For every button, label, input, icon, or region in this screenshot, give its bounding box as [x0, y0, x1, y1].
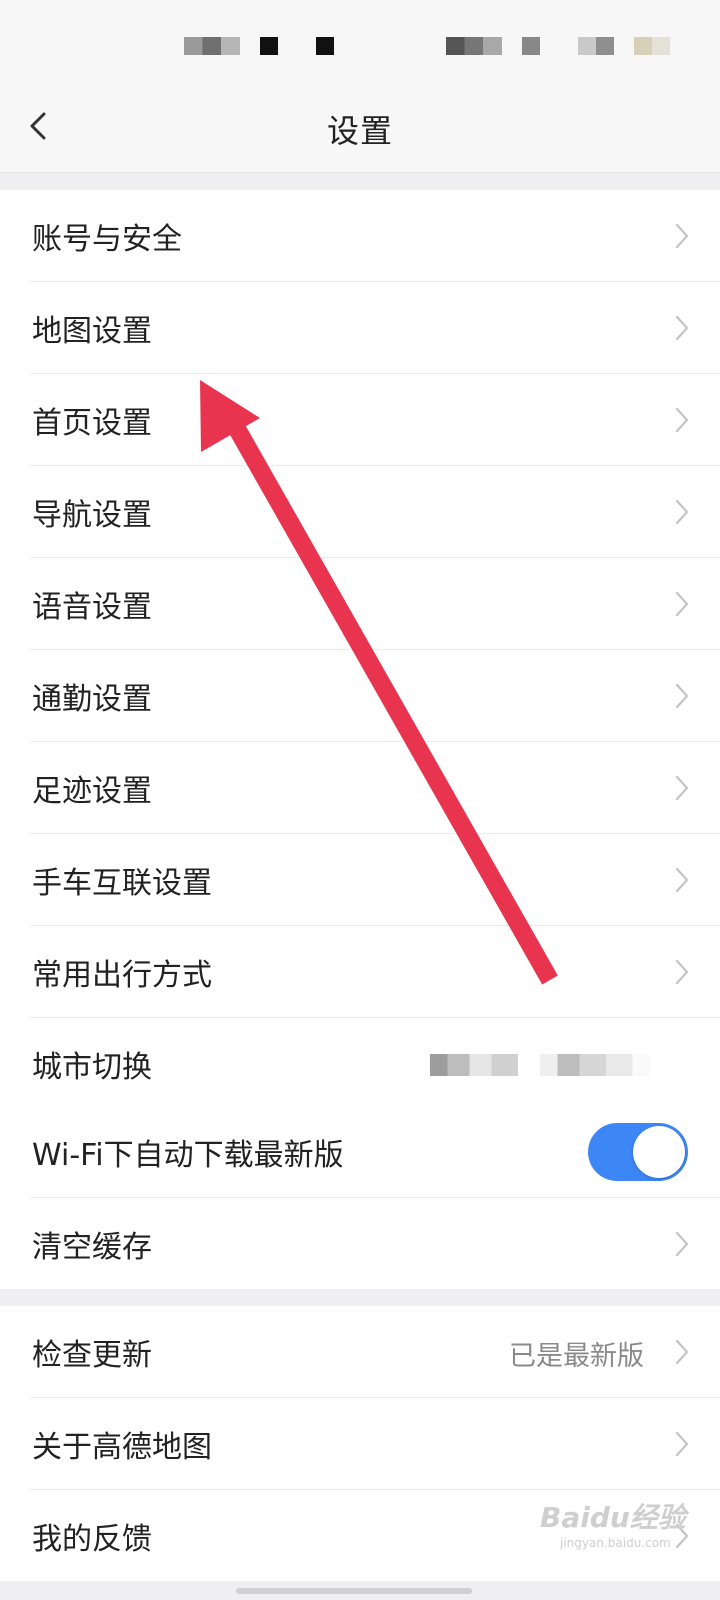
status-icon: [260, 37, 278, 55]
row-label: 导航设置: [32, 498, 152, 533]
settings-row-phone-car-link[interactable]: 手车互联设置: [30, 834, 720, 926]
settings-row-wifi-auto-download: Wi-Fi下自动下载最新版: [30, 1106, 720, 1198]
chevron-right-icon: [675, 407, 689, 433]
chevron-right-icon: [675, 959, 689, 985]
status-icon: [316, 37, 334, 55]
settings-group-download: Wi-Fi下自动下载最新版 清空缓存: [0, 1106, 720, 1289]
row-label: 语音设置: [32, 590, 152, 625]
row-label: 常用出行方式: [32, 958, 212, 993]
update-status-value: 已是最新版: [509, 1341, 644, 1372]
chevron-right-icon: [675, 223, 689, 249]
home-indicator: [236, 1588, 472, 1594]
settings-group-main: 账号与安全 地图设置 首页设置 导航设置 语音设置 通勤设置 足迹设置 手车互联…: [0, 190, 720, 1109]
row-label: 足迹设置: [32, 774, 152, 809]
settings-row-clear-cache[interactable]: 清空缓存: [30, 1198, 720, 1289]
watermark-sub: jingyan.baidu.com: [560, 1536, 671, 1550]
row-label: 首页设置: [32, 406, 152, 441]
battery-icon: [634, 37, 670, 55]
watermark-main: Baidu经验: [540, 1501, 686, 1534]
settings-row-voice-settings[interactable]: 语音设置: [30, 558, 720, 650]
row-label: 关于高德地图: [32, 1430, 212, 1465]
settings-row-account-security[interactable]: 账号与安全: [30, 190, 720, 282]
page-title: 设置: [326, 112, 393, 150]
chevron-right-icon: [675, 867, 689, 893]
chevron-right-icon: [675, 1231, 689, 1257]
settings-row-map-settings[interactable]: 地图设置: [30, 282, 720, 374]
settings-row-footprint-settings[interactable]: 足迹设置: [30, 742, 720, 834]
settings-row-check-update[interactable]: 检查更新 已是最新版: [30, 1306, 720, 1398]
row-label: 清空缓存: [32, 1230, 152, 1265]
chevron-right-icon: [675, 315, 689, 341]
status-icon: [522, 37, 540, 55]
row-label: 检查更新: [32, 1338, 152, 1373]
settings-row-navigation-settings[interactable]: 导航设置: [30, 466, 720, 558]
chevron-right-icon: [675, 1431, 689, 1457]
chevron-right-icon: [675, 683, 689, 709]
settings-row-about-amap[interactable]: 关于高德地图: [30, 1398, 720, 1490]
settings-row-home-settings[interactable]: 首页设置: [30, 374, 720, 466]
status-icon: [578, 37, 614, 55]
status-bar: [0, 0, 720, 80]
chevron-right-icon: [675, 591, 689, 617]
settings-row-travel-mode[interactable]: 常用出行方式: [30, 926, 720, 1018]
row-label: 城市切换: [32, 1050, 152, 1085]
chevron-right-icon: [675, 499, 689, 525]
row-label: 账号与安全: [32, 222, 182, 257]
status-icon: [184, 37, 240, 55]
row-label: 地图设置: [32, 314, 152, 349]
chevron-right-icon: [675, 1339, 689, 1365]
chevron-right-icon: [675, 775, 689, 801]
toggle-knob: [633, 1126, 685, 1178]
row-label: 我的反馈: [32, 1522, 152, 1557]
settings-row-city-switch[interactable]: 城市切换: [30, 1018, 720, 1109]
status-icon: [446, 37, 502, 55]
obscured-city-value: [430, 1054, 650, 1076]
row-label: 手车互联设置: [32, 866, 212, 901]
row-label: 通勤设置: [32, 682, 152, 717]
baidu-jingyan-watermark: Baidu经验 jingyan.baidu.com: [540, 1490, 686, 1550]
row-label: Wi-Fi下自动下载最新版: [32, 1138, 344, 1173]
wifi-auto-download-toggle[interactable]: [588, 1123, 688, 1181]
navigation-bar: 设置: [0, 80, 720, 173]
settings-row-commute-settings[interactable]: 通勤设置: [30, 650, 720, 742]
